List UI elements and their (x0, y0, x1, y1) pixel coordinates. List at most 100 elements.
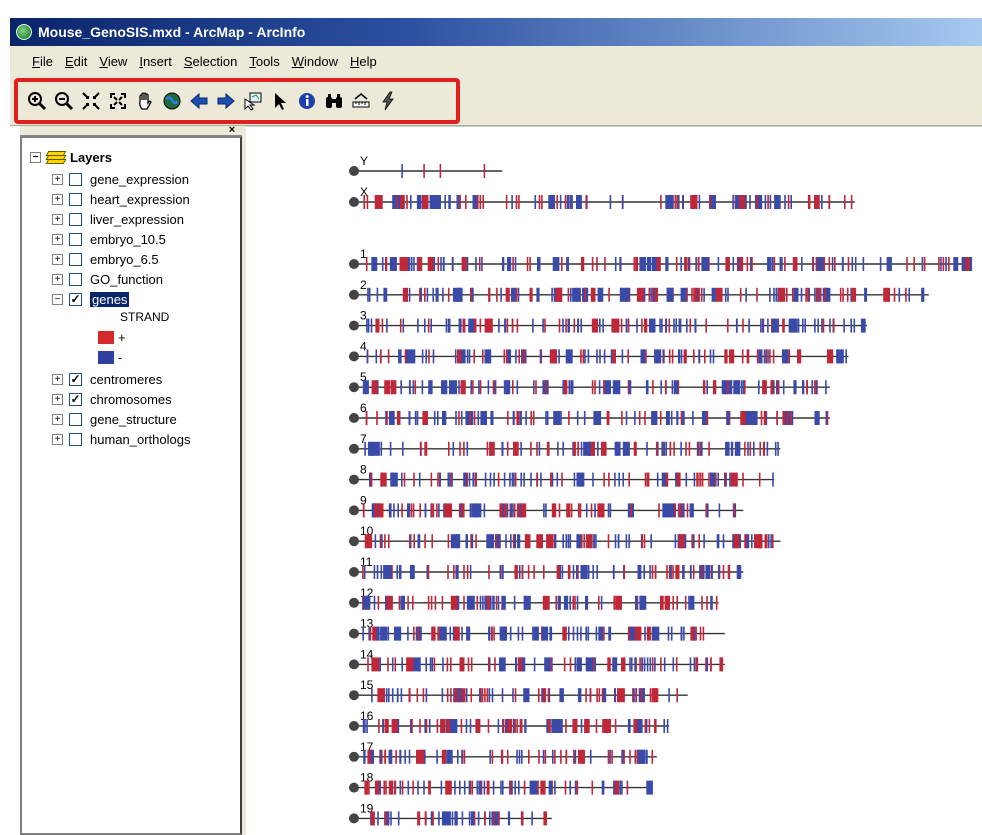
layer-visibility-checkbox[interactable] (69, 212, 82, 226)
menu-view[interactable]: View (95, 52, 131, 71)
layer-visibility-checkbox[interactable] (69, 172, 82, 186)
toc-layer-chromosomes[interactable]: + ✓ chromosomes (52, 390, 172, 408)
fixed-zoom-out-icon[interactable] (107, 90, 129, 112)
gene-mark (458, 380, 460, 395)
layer-visibility-checkbox[interactable]: ✓ (69, 372, 82, 386)
pan-hand-icon[interactable] (134, 90, 156, 112)
toc-layer-embryo-10-5[interactable]: + embryo_10.5 (52, 230, 166, 248)
expand-icon[interactable]: + (52, 413, 63, 425)
toc-layer-heart-expression[interactable]: + heart_expression (52, 190, 190, 208)
expand-icon[interactable]: + (52, 373, 63, 385)
gene-mark (521, 565, 524, 579)
chromosome-12[interactable]: 12 (349, 586, 719, 610)
back-arrow-icon[interactable] (188, 90, 210, 112)
toc-root-layers[interactable]: − Layers (30, 150, 112, 165)
expand-icon[interactable]: + (52, 173, 63, 185)
map-display[interactable]: Y X 1 2 3 4 5 6 7 8 9 10 11 12 13 14 15 16 17 18 19 (246, 126, 982, 835)
hyperlink-lightning-icon[interactable] (377, 90, 399, 112)
menu-selection[interactable]: Selection (180, 52, 241, 71)
expand-icon[interactable]: + (52, 213, 63, 225)
chromosome-x[interactable]: X (349, 185, 855, 209)
gene-mark (898, 287, 901, 302)
chromosome-3[interactable]: 3 (349, 309, 867, 333)
chromosome-7[interactable]: 7 (349, 432, 781, 456)
toc-close-icon[interactable]: × (226, 124, 238, 136)
expand-icon[interactable]: + (52, 433, 63, 445)
toc-layer-go-function[interactable]: + GO_function (52, 270, 163, 288)
gene-mark (382, 719, 384, 733)
chromosome-8[interactable]: 8 (349, 463, 775, 487)
chromosome-18[interactable]: 18 (349, 771, 653, 795)
layer-visibility-checkbox[interactable] (69, 232, 82, 246)
expand-icon[interactable]: + (52, 253, 63, 265)
chromosome-10[interactable]: 10 (349, 524, 781, 549)
chromosome-17[interactable]: 17 (349, 740, 657, 764)
gene-mark (364, 780, 369, 795)
forward-arrow-icon[interactable] (215, 90, 237, 112)
chromosome-11[interactable]: 11 (349, 555, 744, 579)
identify-icon[interactable] (296, 90, 318, 112)
chromosome-6[interactable]: 6 (349, 401, 830, 425)
chromosome-y[interactable]: Y (349, 154, 503, 178)
menu-tools[interactable]: Tools (245, 52, 283, 71)
layer-visibility-checkbox[interactable] (69, 192, 82, 206)
zoom-out-icon[interactable] (53, 90, 75, 112)
layer-visibility-checkbox[interactable] (69, 432, 82, 446)
chromosome-2[interactable]: 2 (349, 278, 929, 302)
expand-icon[interactable]: + (52, 233, 63, 245)
measure-icon[interactable] (350, 90, 372, 112)
gene-mark (643, 657, 646, 672)
centromere-marker (349, 289, 359, 300)
layer-visibility-checkbox[interactable] (69, 252, 82, 266)
select-elements-icon[interactable] (269, 90, 291, 112)
legend-swatch (98, 351, 114, 364)
zoom-in-icon[interactable] (26, 90, 48, 112)
layer-visibility-checkbox[interactable] (69, 272, 82, 286)
collapse-icon[interactable]: − (52, 293, 63, 305)
toc-layer-gene-structure[interactable]: + gene_structure (52, 410, 177, 428)
gene-mark (380, 441, 383, 456)
gene-mark (636, 287, 645, 302)
menu-file[interactable]: File (28, 52, 57, 71)
menu-window[interactable]: Window (288, 52, 342, 71)
menu-help[interactable]: Help (346, 52, 381, 71)
toc-layer-gene-expression[interactable]: + gene_expression (52, 170, 189, 188)
gene-mark (702, 626, 705, 641)
chromosome-13[interactable]: 13 (349, 617, 725, 641)
layer-visibility-checkbox[interactable] (69, 412, 82, 426)
collapse-icon[interactable]: − (30, 152, 41, 163)
toc-layer-centromeres[interactable]: + ✓ centromeres (52, 370, 162, 388)
layer-visibility-checkbox[interactable]: ✓ (69, 392, 82, 406)
fixed-zoom-in-icon[interactable] (80, 90, 102, 112)
chromosome-5[interactable]: 5 (349, 370, 830, 395)
select-features-icon[interactable] (242, 90, 264, 112)
gene-mark (652, 380, 654, 395)
menu-edit[interactable]: Edit (61, 52, 91, 71)
toc-layer-genes[interactable]: − ✓ genes (52, 290, 130, 308)
chromosome-16[interactable]: 16 (349, 709, 670, 733)
gene-mark (727, 380, 729, 395)
toc-layer-embryo-6-5[interactable]: + embryo_6.5 (52, 250, 159, 268)
chromosome-4[interactable]: 4 (349, 339, 849, 364)
gene-mark (561, 565, 564, 579)
gene-mark (660, 657, 662, 672)
chromosome-15[interactable]: 15 (349, 678, 688, 703)
gene-mark (675, 565, 680, 579)
expand-icon[interactable]: + (52, 393, 63, 405)
full-extent-globe-icon[interactable] (161, 90, 183, 112)
toc-layer-liver-expression[interactable]: + liver_expression (52, 210, 184, 228)
gene-mark (443, 811, 451, 826)
chromosome-14[interactable]: 14 (349, 647, 725, 672)
menu-insert[interactable]: Insert (135, 52, 176, 71)
chromosome-1[interactable]: 1 (349, 247, 973, 271)
gene-mark (822, 318, 825, 333)
gene-mark (621, 349, 624, 364)
chromosome-9[interactable]: 9 (349, 493, 744, 518)
gene-mark (385, 780, 387, 795)
expand-icon[interactable]: + (52, 273, 63, 285)
layer-visibility-checkbox[interactable]: ✓ (69, 292, 82, 306)
toc-layer-human-orthologs[interactable]: + human_orthologs (52, 430, 190, 448)
chromosome-19[interactable]: 19 (349, 801, 552, 826)
find-binoculars-icon[interactable] (323, 90, 345, 112)
expand-icon[interactable]: + (52, 193, 63, 205)
